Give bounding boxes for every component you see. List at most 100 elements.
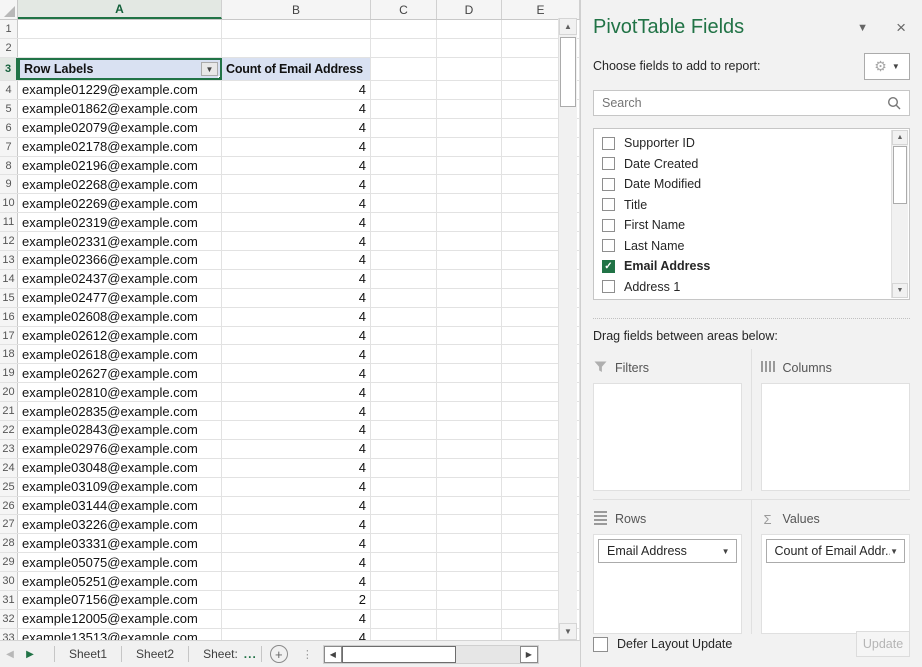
email-cell[interactable]: example13513@example.com bbox=[18, 629, 222, 640]
email-cell[interactable]: example01862@example.com bbox=[18, 100, 222, 118]
grid-cell[interactable] bbox=[437, 157, 502, 175]
row-number[interactable]: 31 bbox=[0, 591, 18, 609]
grid-cell[interactable] bbox=[437, 459, 502, 477]
grid-cell[interactable] bbox=[437, 175, 502, 193]
vertical-scrollbar[interactable]: ▲ ▼ bbox=[558, 18, 577, 640]
grid-cell[interactable] bbox=[371, 138, 437, 156]
row-labels-filter-button[interactable]: ▼ bbox=[201, 62, 218, 76]
grid-cell[interactable] bbox=[371, 20, 437, 38]
count-cell[interactable]: 4 bbox=[222, 138, 371, 156]
row-number[interactable]: 5 bbox=[0, 100, 18, 118]
selection-fill-handle[interactable] bbox=[218, 76, 222, 80]
sheet-tab-3[interactable]: Sheet: bbox=[189, 641, 252, 667]
grid-cell[interactable] bbox=[371, 610, 437, 628]
row-number[interactable]: 14 bbox=[0, 270, 18, 288]
field-checkbox[interactable] bbox=[602, 157, 615, 170]
count-cell[interactable]: 4 bbox=[222, 534, 371, 552]
defer-layout-checkbox[interactable] bbox=[593, 637, 608, 652]
email-cell[interactable]: example03109@example.com bbox=[18, 478, 222, 496]
grid-cell[interactable] bbox=[437, 81, 502, 99]
email-cell[interactable]: example12005@example.com bbox=[18, 610, 222, 628]
field-checkbox[interactable]: ✓ bbox=[602, 260, 615, 273]
grid-cell[interactable] bbox=[371, 459, 437, 477]
row-number[interactable]: 21 bbox=[0, 402, 18, 420]
grid-cell[interactable] bbox=[371, 270, 437, 288]
scroll-up-icon[interactable]: ▲ bbox=[892, 130, 908, 145]
grid-cell[interactable] bbox=[437, 402, 502, 420]
count-cell[interactable]: 4 bbox=[222, 402, 371, 420]
count-cell[interactable]: 4 bbox=[222, 345, 371, 363]
row-number[interactable]: 19 bbox=[0, 364, 18, 382]
grid-cell[interactable] bbox=[371, 308, 437, 326]
field-search-box[interactable] bbox=[593, 90, 910, 116]
grid-cell[interactable] bbox=[371, 440, 437, 458]
grid-cell[interactable] bbox=[371, 515, 437, 533]
tools-gear-button[interactable]: ⚙ ▼ bbox=[864, 53, 910, 80]
rows-drop-zone[interactable]: Email Address▼ bbox=[593, 534, 742, 634]
count-cell[interactable]: 4 bbox=[222, 232, 371, 250]
email-cell[interactable]: example05251@example.com bbox=[18, 572, 222, 590]
tab-overflow-ellipsis[interactable]: ... bbox=[244, 647, 257, 661]
column-header-b[interactable]: B bbox=[222, 0, 371, 19]
field-item-address-1[interactable]: Address 1 bbox=[596, 277, 907, 298]
grid-cell[interactable] bbox=[371, 553, 437, 571]
grid-cell[interactable] bbox=[437, 572, 502, 590]
rows-field-pill[interactable]: Email Address▼ bbox=[598, 539, 737, 563]
row-number[interactable]: 30 bbox=[0, 572, 18, 590]
row-number[interactable]: 33 bbox=[0, 629, 18, 640]
grid-cell[interactable] bbox=[371, 591, 437, 609]
row-number[interactable]: 17 bbox=[0, 327, 18, 345]
row-number[interactable]: 25 bbox=[0, 478, 18, 496]
email-cell[interactable]: example02835@example.com bbox=[18, 402, 222, 420]
email-cell[interactable]: example02178@example.com bbox=[18, 138, 222, 156]
scroll-right-icon[interactable]: ▶ bbox=[520, 646, 538, 663]
grid-cell[interactable] bbox=[437, 478, 502, 496]
grid-cell[interactable] bbox=[371, 345, 437, 363]
count-cell[interactable]: 4 bbox=[222, 81, 371, 99]
column-header-d[interactable]: D bbox=[437, 0, 502, 19]
count-cell[interactable]: 4 bbox=[222, 478, 371, 496]
field-list-scrollbar[interactable]: ▲ ▼ bbox=[891, 130, 908, 298]
row-number[interactable]: 4 bbox=[0, 81, 18, 99]
count-cell[interactable]: 4 bbox=[222, 515, 371, 533]
pane-options-chevron-icon[interactable]: ▼ bbox=[857, 22, 868, 34]
count-cell[interactable]: 4 bbox=[222, 364, 371, 382]
count-cell[interactable]: 4 bbox=[222, 459, 371, 477]
grid-cell[interactable] bbox=[437, 232, 502, 250]
row-number[interactable]: 28 bbox=[0, 534, 18, 552]
update-button[interactable]: Update bbox=[856, 631, 910, 657]
count-cell[interactable]: 4 bbox=[222, 270, 371, 288]
grid-cell[interactable] bbox=[437, 251, 502, 269]
row-number[interactable]: 26 bbox=[0, 497, 18, 515]
pane-close-icon[interactable]: × bbox=[896, 18, 906, 38]
values-field-pill[interactable]: Count of Email Addr...▼ bbox=[766, 539, 906, 563]
row-labels-cell[interactable]: Row Labels▼ bbox=[18, 58, 222, 80]
scroll-left-icon[interactable]: ◀ bbox=[324, 646, 342, 663]
grid-cell[interactable] bbox=[437, 58, 502, 80]
row-number[interactable]: 24 bbox=[0, 459, 18, 477]
grid-cell[interactable] bbox=[437, 308, 502, 326]
row-number[interactable]: 6 bbox=[0, 119, 18, 137]
grid-cell[interactable] bbox=[371, 629, 437, 640]
email-cell[interactable]: example02477@example.com bbox=[18, 289, 222, 307]
tab-nav-left-icon[interactable]: ◀ bbox=[0, 649, 20, 660]
grid-cell[interactable] bbox=[437, 383, 502, 401]
sheet-tab-2[interactable]: Sheet2 bbox=[122, 641, 188, 667]
grid-cell[interactable] bbox=[437, 100, 502, 118]
count-cell[interactable]: 4 bbox=[222, 100, 371, 118]
count-cell[interactable]: 4 bbox=[222, 175, 371, 193]
field-checkbox[interactable] bbox=[602, 280, 615, 293]
grid-cell[interactable] bbox=[371, 364, 437, 382]
tab-nav-right-icon[interactable]: ▶ bbox=[20, 649, 40, 660]
count-cell[interactable]: 4 bbox=[222, 213, 371, 231]
column-header-c[interactable]: C bbox=[371, 0, 437, 19]
grid-cell[interactable] bbox=[371, 213, 437, 231]
count-cell[interactable]: 4 bbox=[222, 553, 371, 571]
grid-cell[interactable] bbox=[437, 327, 502, 345]
row-number[interactable]: 1 bbox=[0, 20, 18, 38]
count-cell[interactable]: 4 bbox=[222, 251, 371, 269]
row-number[interactable]: 2 bbox=[0, 39, 18, 57]
count-cell[interactable]: 4 bbox=[222, 289, 371, 307]
grid-cell[interactable] bbox=[371, 81, 437, 99]
field-item-title[interactable]: Title bbox=[596, 195, 907, 216]
